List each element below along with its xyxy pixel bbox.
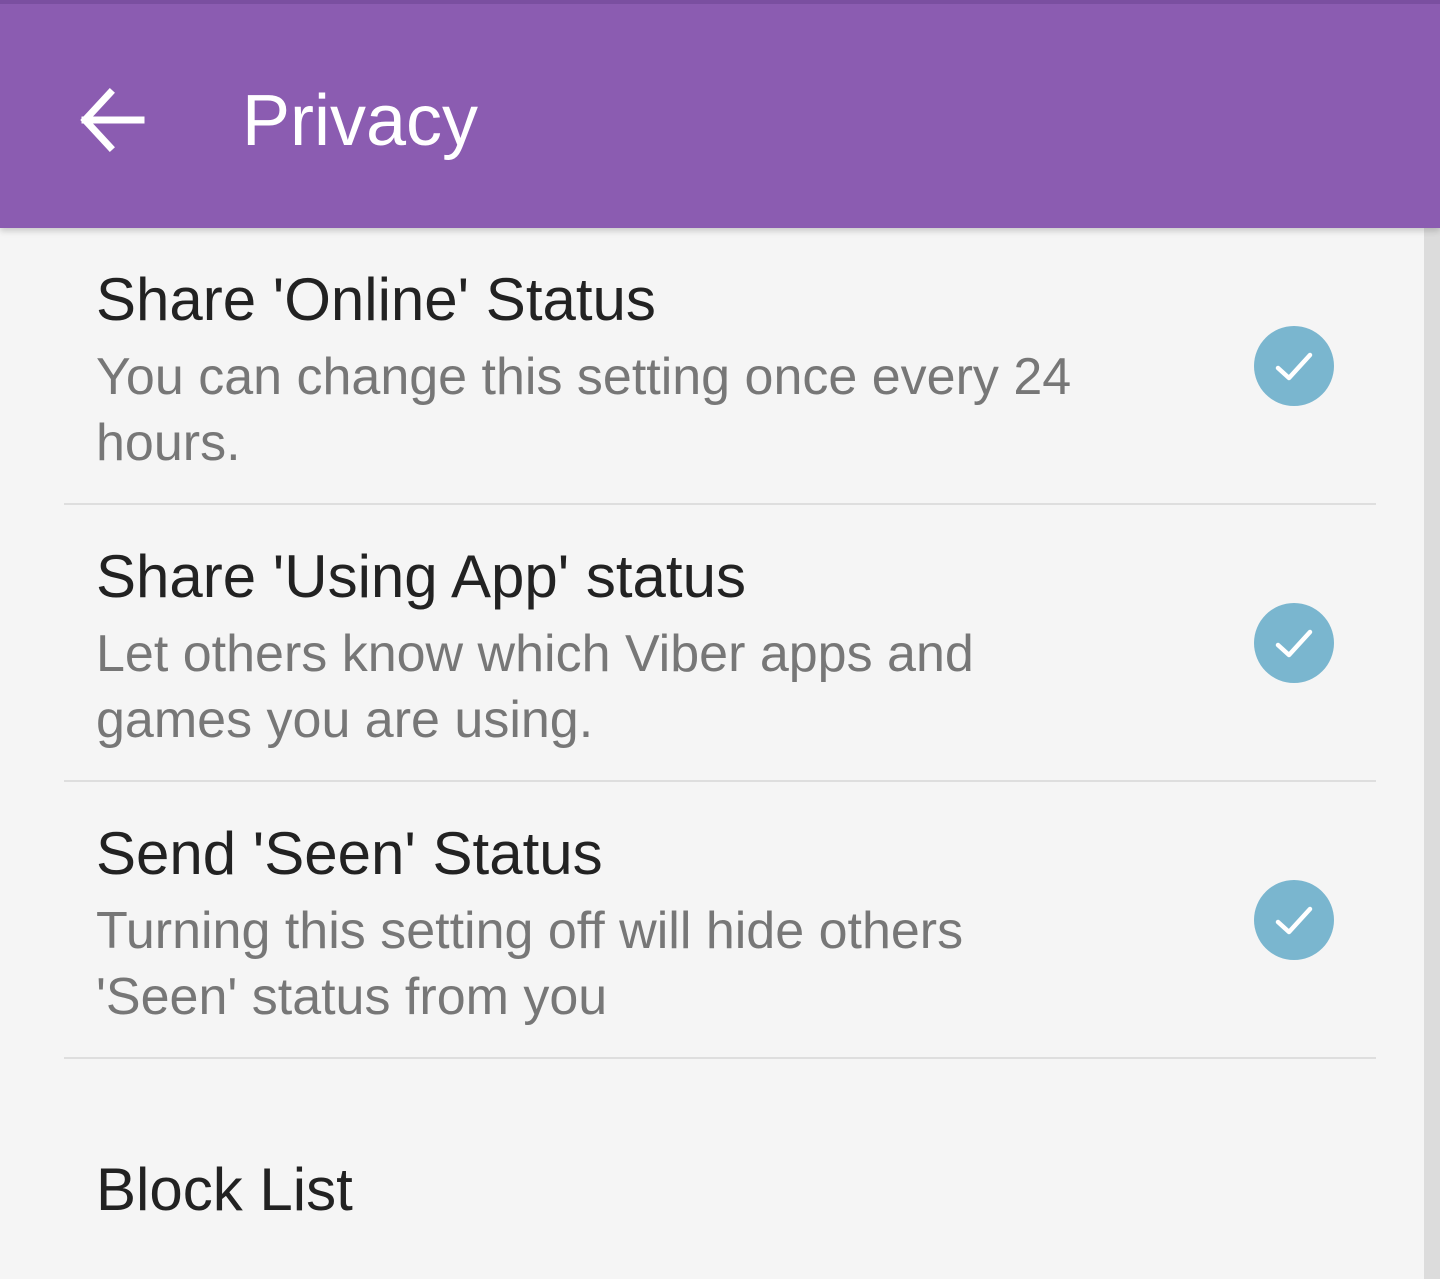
setting-description: Turning this setting off will hide other… [96,902,964,1026]
settings-list: Share 'Online' Status You can change thi… [0,228,1424,1279]
setting-title: Send 'Seen' Status [96,820,603,887]
app-bar: Privacy [0,0,1440,228]
setting-send-seen-status[interactable]: Send 'Seen' Status Turning this setting … [64,782,1376,1059]
setting-share-online-status[interactable]: Share 'Online' Status You can change thi… [64,228,1376,505]
share-online-status-checkbox[interactable] [1254,326,1334,406]
back-button[interactable] [64,72,160,168]
setting-share-using-app-status[interactable]: Share 'Using App' status Let others know… [64,505,1376,782]
send-seen-status-checkbox[interactable] [1254,880,1334,960]
block-list-title: Block List [96,1156,353,1223]
share-using-app-status-checkbox[interactable] [1254,603,1334,683]
page-title: Privacy [242,81,479,161]
checkmark-icon [1275,629,1313,658]
setting-description: You can change this setting once every 2… [96,348,1072,472]
setting-title: Share 'Online' Status [96,266,656,333]
setting-description: Let others know which Viber apps and gam… [96,625,974,749]
arrow-left-icon [80,88,145,152]
setting-title: Share 'Using App' status [96,543,746,610]
checkmark-icon [1275,352,1313,381]
checkmark-icon [1275,906,1313,935]
block-list-item[interactable]: Block List [64,1128,1376,1279]
scrollbar[interactable] [1424,228,1440,1279]
